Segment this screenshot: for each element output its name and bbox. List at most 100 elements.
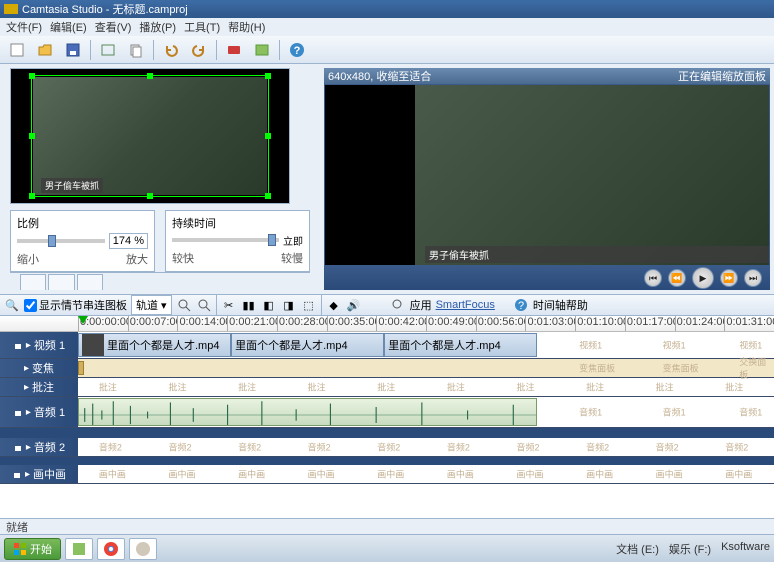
menu-play[interactable]: 播放(P) xyxy=(137,19,178,35)
track-body-audio-1[interactable]: 音频1 音频1 音频1 xyxy=(78,397,774,427)
zoom-slider-thumb[interactable] xyxy=(48,235,56,247)
tool-icon-3[interactable]: ⬚ xyxy=(301,297,317,313)
track-body-video-1[interactable]: 里面个个都是人才.mp4 里面个个都是人才.mp4 里面个个都是人才.mp4 视… xyxy=(78,332,774,358)
crop-handle-br[interactable] xyxy=(265,193,271,199)
ghost-label: 音频2 xyxy=(168,441,191,454)
time-ruler[interactable]: 0:00:00:00 0:00:07:00 0:00:14:00 0:00:21… xyxy=(0,316,774,332)
copy-button[interactable] xyxy=(125,39,147,61)
track-head-callout[interactable]: ▸批注 xyxy=(0,378,78,396)
apply-icon[interactable] xyxy=(390,297,406,313)
clip-label: 里面个个都是人才.mp4 xyxy=(388,337,500,353)
play-button[interactable]: ▶ xyxy=(692,267,714,289)
lock-icon[interactable] xyxy=(13,340,23,350)
preview-panel: 640x480, 收缩至适合 正在编辑缩放面板 男子偷车被抓 ⏮ ⏪ ▶ ⏩ ⏭ xyxy=(320,64,774,294)
track-body-callout[interactable]: 批注批注批注批注批注批注批注批注批注批注 xyxy=(78,378,774,396)
tray-item[interactable]: Ksoftware xyxy=(721,541,770,557)
timeline-zoom-out-icon[interactable]: 🔍 xyxy=(4,297,20,313)
zoom-value[interactable]: 174 % xyxy=(109,233,148,249)
help-button[interactable]: ? xyxy=(286,39,308,61)
undo-button[interactable] xyxy=(160,39,182,61)
timeline: 0:00:00:00 0:00:07:00 0:00:14:00 0:00:21… xyxy=(0,316,774,518)
preview-resolution[interactable]: 640x480, 收缩至适合 xyxy=(328,68,431,84)
crop-handle-bm[interactable] xyxy=(147,193,153,199)
help-icon[interactable]: ? xyxy=(513,297,529,313)
audio-clip[interactable] xyxy=(78,398,537,426)
lock-icon[interactable] xyxy=(13,442,23,452)
taskbar-app-2[interactable] xyxy=(129,538,157,560)
record-button[interactable] xyxy=(223,39,245,61)
crop-rectangle[interactable] xyxy=(31,75,269,197)
crop-handle-lm[interactable] xyxy=(29,133,35,139)
duration-slider[interactable] xyxy=(172,238,279,242)
marker-icon[interactable]: ◆ xyxy=(326,297,342,313)
video-clip[interactable]: 里面个个都是人才.mp4 xyxy=(231,333,384,357)
smartfocus-label[interactable]: SmartFocus xyxy=(436,299,495,311)
taskbar-chrome[interactable] xyxy=(97,538,125,560)
video-clip[interactable]: 里面个个都是人才.mp4 xyxy=(384,333,537,357)
tool-icon-2[interactable]: ◨ xyxy=(281,297,297,313)
track-body-zoom[interactable]: 变焦面板 变焦面板 交换面板 xyxy=(78,359,774,377)
save-button[interactable] xyxy=(62,39,84,61)
tab-placeholder-2[interactable] xyxy=(48,274,74,290)
playhead[interactable] xyxy=(78,316,88,324)
crop-handle-tm[interactable] xyxy=(147,73,153,79)
crop-handle-tl[interactable] xyxy=(29,73,35,79)
track-head-zoom[interactable]: ▸变焦 xyxy=(0,359,78,377)
track-head-pip[interactable]: ▸画中画 xyxy=(0,465,78,483)
tray-item[interactable]: 娱乐 (F:) xyxy=(669,541,711,557)
preview-canvas[interactable]: 男子偷车被抓 xyxy=(324,84,770,266)
volume-icon[interactable]: 🔊 xyxy=(346,297,362,313)
crop-canvas[interactable]: 男子偷车被抓 xyxy=(10,68,290,204)
forward-button[interactable]: ⏩ xyxy=(720,269,738,287)
ghost-label: 画中画 xyxy=(308,468,335,481)
video-clip[interactable]: 里面个个都是人才.mp4 xyxy=(78,333,231,357)
track-head-audio-2[interactable]: ▸音频 2 xyxy=(0,438,78,456)
lock-icon[interactable] xyxy=(13,407,23,417)
separator xyxy=(153,40,154,60)
track-body-audio-2[interactable]: 音频2音频2音频2音频2音频2音频2音频2音频2音频2音频2 xyxy=(78,438,774,456)
split-icon[interactable]: ▮▮ xyxy=(241,297,257,313)
duration-slider-thumb[interactable] xyxy=(268,234,276,246)
rewind-button[interactable]: ⏪ xyxy=(668,269,686,287)
timeline-help-label[interactable]: 时间轴帮助 xyxy=(533,297,588,313)
menu-view[interactable]: 查看(V) xyxy=(93,19,134,35)
produce-button[interactable] xyxy=(251,39,273,61)
crop-handle-tr[interactable] xyxy=(265,73,271,79)
next-frame-button[interactable]: ⏭ xyxy=(744,269,762,287)
storyboard-checkbox[interactable] xyxy=(24,299,37,312)
crop-handle-bl[interactable] xyxy=(29,193,35,199)
ruler-tick: 0:00:56:00 xyxy=(476,316,526,331)
lock-icon[interactable] xyxy=(12,469,22,479)
track-dropdown[interactable]: 轨道 ▾ xyxy=(131,295,172,315)
zoom-out-icon[interactable] xyxy=(196,297,212,313)
zoom-slider[interactable] xyxy=(17,239,105,243)
apply-label[interactable]: 应用 xyxy=(410,297,432,313)
open-button[interactable] xyxy=(34,39,56,61)
cut-timeline-icon[interactable]: ✂ xyxy=(221,297,237,313)
tool-icon-1[interactable]: ◧ xyxy=(261,297,277,313)
track-audio-2: ▸音频 2 音频2音频2音频2音频2音频2音频2音频2音频2音频2音频2 xyxy=(0,438,774,457)
track-head-audio-1[interactable]: ▸音频 1 xyxy=(0,397,78,427)
storyboard-toggle[interactable]: 显示情节串连图板 xyxy=(24,297,127,313)
start-button[interactable]: 开始 xyxy=(4,538,61,560)
preview-editing-label: 正在编辑缩放面板 xyxy=(678,68,766,84)
zoom-in-icon[interactable] xyxy=(176,297,192,313)
track-head-video-1[interactable]: ▸视频 1 xyxy=(0,332,78,358)
preview-header: 640x480, 收缩至适合 正在编辑缩放面板 xyxy=(324,68,770,84)
preview-caption: 男子偷车被抓 xyxy=(425,246,769,263)
tray-item[interactable]: 文档 (E:) xyxy=(616,541,659,557)
cut-button[interactable] xyxy=(97,39,119,61)
tab-placeholder-3[interactable] xyxy=(77,274,103,290)
taskbar-app-1[interactable] xyxy=(65,538,93,560)
prev-frame-button[interactable]: ⏮ xyxy=(644,269,662,287)
zoom-keyframe[interactable] xyxy=(78,361,84,375)
menu-tools[interactable]: 工具(T) xyxy=(182,19,222,35)
menu-edit[interactable]: 编辑(E) xyxy=(48,19,89,35)
menu-file[interactable]: 文件(F) xyxy=(4,19,44,35)
menu-help[interactable]: 帮助(H) xyxy=(226,19,267,35)
track-body-pip[interactable]: 画中画画中画画中画画中画画中画画中画画中画画中画画中画画中画 xyxy=(78,465,774,483)
redo-button[interactable] xyxy=(188,39,210,61)
new-button[interactable] xyxy=(6,39,28,61)
crop-handle-rm[interactable] xyxy=(265,133,271,139)
tab-placeholder-1[interactable] xyxy=(20,274,46,290)
